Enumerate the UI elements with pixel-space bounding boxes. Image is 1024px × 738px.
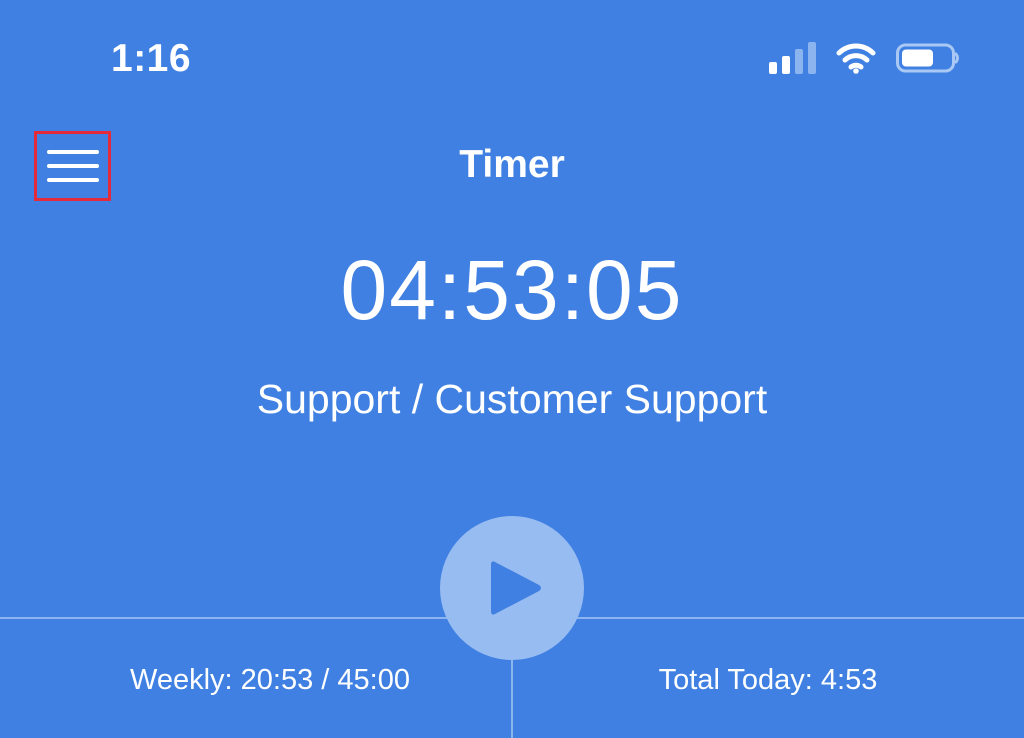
today-total: Total Today: 4:53: [658, 664, 878, 696]
timer-screen: 1:16 Timer 04:53:05 Support / Customer S…: [0, 0, 1024, 738]
play-icon: [491, 561, 541, 615]
battery-icon: [896, 43, 959, 73]
cellular-signal-icon: [769, 42, 816, 74]
project-label[interactable]: Support / Customer Support: [0, 375, 1024, 423]
wifi-icon: [836, 43, 876, 74]
status-time: 1:16: [111, 37, 192, 80]
weekly-total: Weekly: 20:53 / 45:00: [130, 664, 410, 696]
page-title: Timer: [459, 143, 565, 186]
play-button[interactable]: [440, 516, 584, 660]
elapsed-time-display: 04:53:05: [340, 243, 684, 337]
status-icons: [768, 40, 960, 76]
